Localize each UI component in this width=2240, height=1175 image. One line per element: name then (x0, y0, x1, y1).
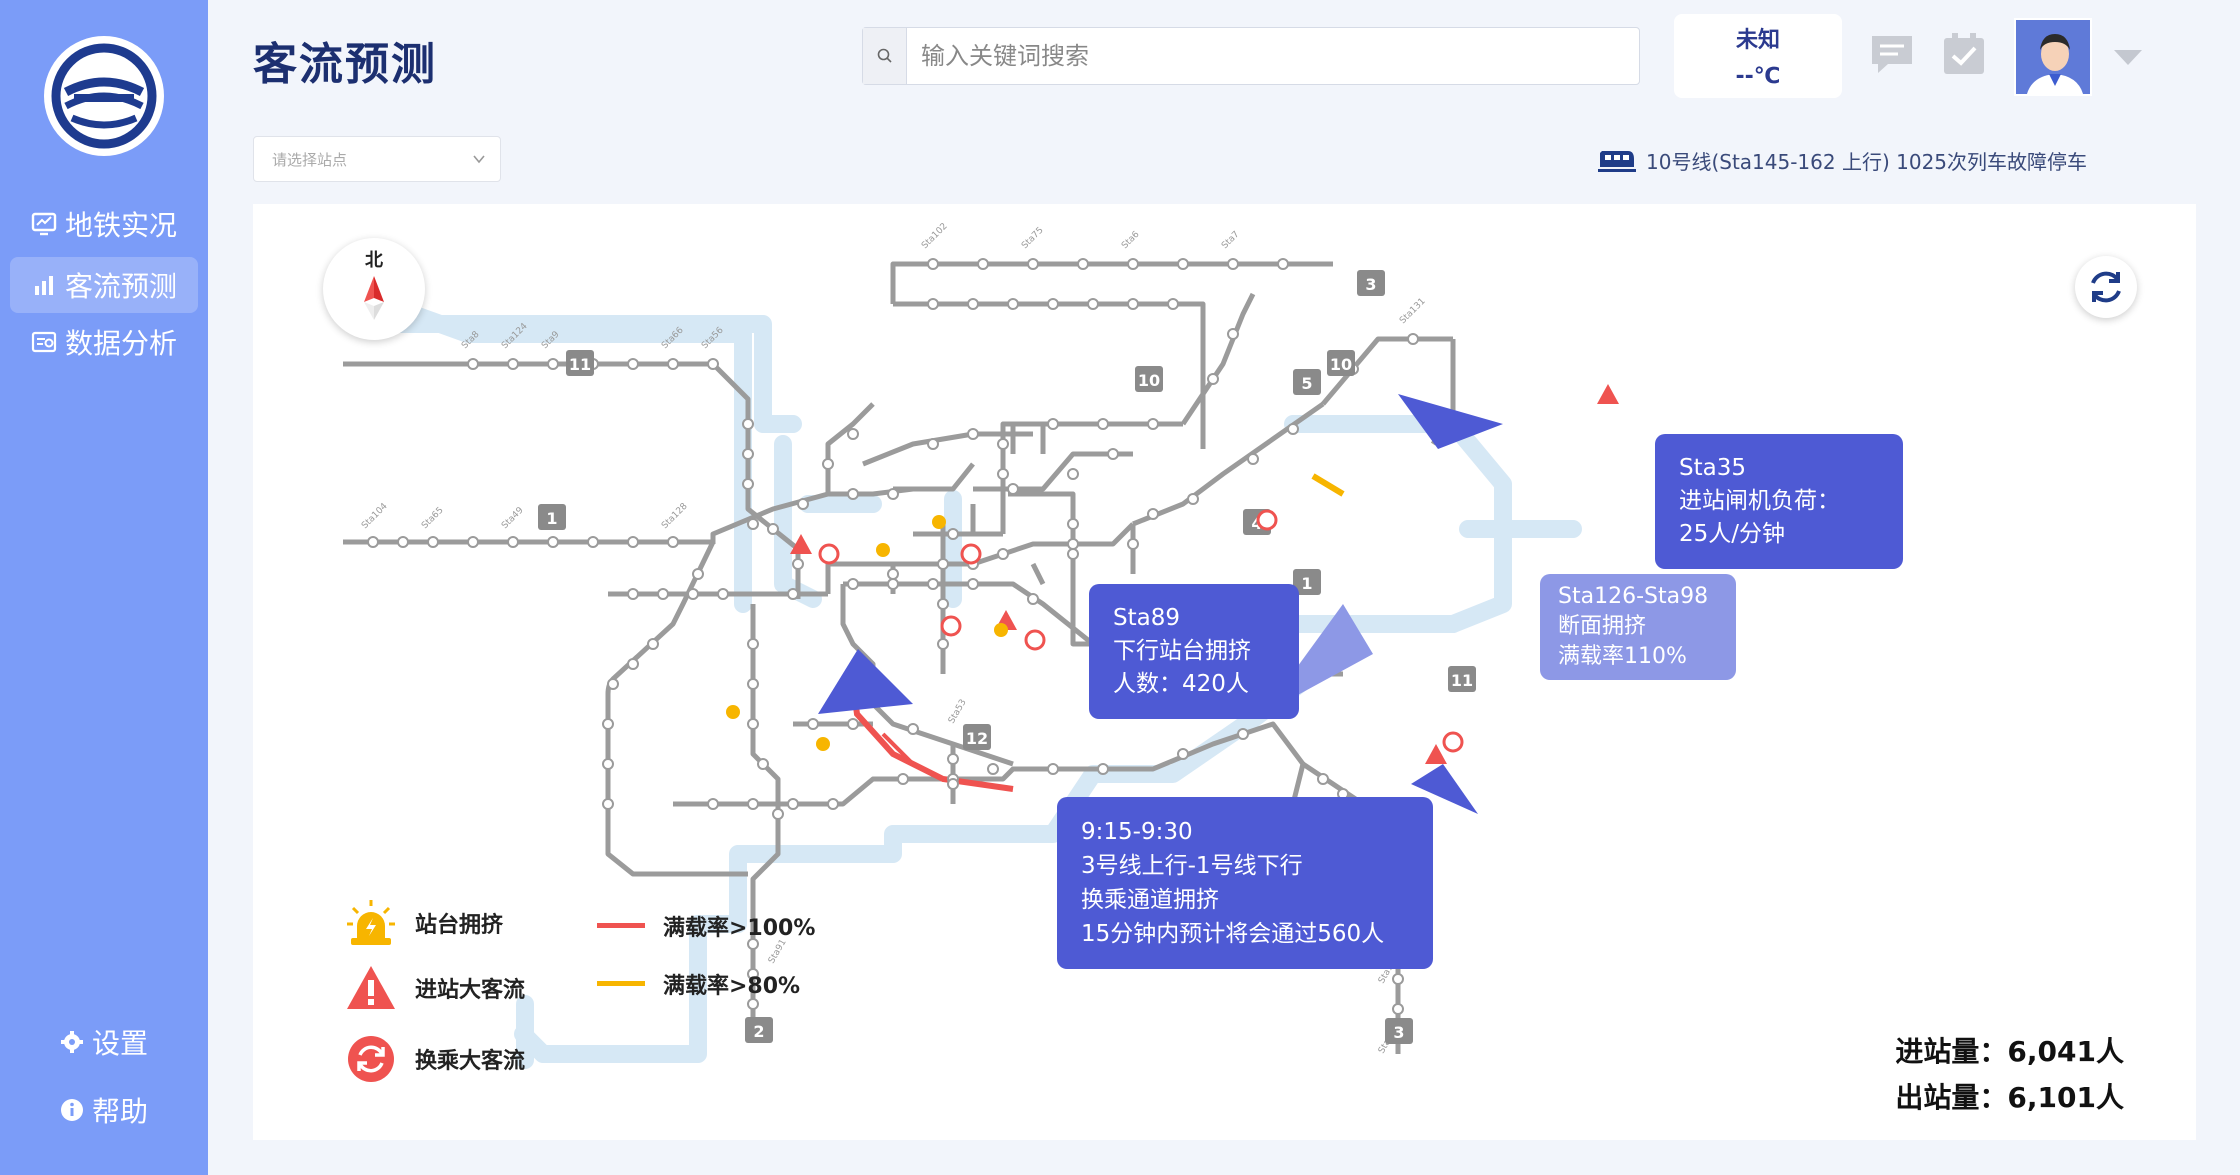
refresh-icon (2091, 271, 2121, 303)
legend-platform-crowded: 站台拥挤 (345, 898, 503, 948)
bubble-status: 下行站台拥挤 (1113, 638, 1251, 664)
red-line-swatch (597, 923, 645, 928)
svg-text:Sta6: Sta6 (1120, 229, 1142, 251)
alert-text: 10号线(Sta145-162 上行) 1025次列车故障停车 (1646, 149, 2088, 174)
svg-text:Sta75: Sta75 (1020, 226, 1046, 252)
legend-label: 满载率>100% (663, 916, 816, 941)
legend-inflow: 进站大客流 (345, 964, 525, 1012)
search-box (862, 27, 1640, 85)
bubble-station: Sta35 (1679, 455, 1746, 481)
alarm-light-icon (347, 900, 395, 945)
svg-text:Sta49: Sta49 (500, 505, 526, 531)
sidebar: 地铁实况 客流预测 数据分析 设置 帮助 (0, 0, 208, 1175)
svg-text:10: 10 (1330, 355, 1352, 374)
transfer-icon (348, 1036, 394, 1082)
yellow-line-swatch (597, 981, 645, 986)
chevron-down-icon (473, 155, 485, 164)
nav-label: 帮助 (91, 1095, 148, 1128)
compass[interactable]: 北 (323, 238, 425, 340)
page-title: 客流预测 (253, 39, 437, 90)
station-select[interactable]: 请选择站点 (253, 136, 501, 182)
svg-text:11: 11 (1451, 671, 1473, 690)
gear-icon (60, 1031, 83, 1053)
metro-map-panel: Sta8 Sta124 Sta9 Sta66 Sta56 Sta104 Sta6… (253, 204, 2196, 1140)
stat-entries: 进站量：6,041人 (1895, 1035, 2124, 1068)
warning-triangle-icon (347, 966, 395, 1009)
nav-label: 数据分析 (64, 327, 177, 360)
nav-metro-live[interactable]: 地铁实况 (10, 196, 198, 252)
svg-text:Sta131: Sta131 (1398, 296, 1428, 326)
bubble-count: 25人/分钟 (1679, 521, 1786, 547)
weather-temperature: --℃ (1735, 64, 1781, 89)
legend-load-80: 满载率>80% (597, 968, 800, 1000)
svg-text:Sta7: Sta7 (1220, 230, 1242, 252)
nav-label: 地铁实况 (64, 209, 177, 242)
metro-logo (44, 36, 164, 156)
legend-transfer: 换乘大客流 (345, 1034, 525, 1084)
weather-widget: 未知 --℃ (1674, 14, 1842, 98)
analysis-icon (31, 331, 57, 353)
svg-text:10: 10 (1138, 371, 1160, 390)
nav-label: 设置 (91, 1027, 148, 1060)
svg-text:Sta65: Sta65 (420, 506, 446, 532)
bubble-route: 3号线上行-1号线下行 (1081, 853, 1303, 879)
bubble-sta89[interactable]: Sta89 下行站台拥挤 人数：420人 (1089, 584, 1299, 719)
svg-text:2: 2 (753, 1022, 764, 1041)
bubble-status: 断面拥挤 (1558, 614, 1647, 639)
svg-text:1: 1 (1301, 574, 1312, 593)
bubble-count: 满载率110% (1558, 644, 1687, 669)
svg-text:12: 12 (966, 729, 988, 748)
station-select-placeholder: 请选择站点 (272, 150, 348, 169)
legend-load-100: 满载率>100% (597, 910, 815, 942)
nav-flow-forecast[interactable]: 客流预测 (10, 257, 198, 313)
svg-text:3: 3 (1365, 275, 1376, 294)
nav-data-analysis[interactable]: 数据分析 (10, 314, 198, 370)
svg-text:Sta128: Sta128 (660, 501, 690, 531)
bubble-count: 人数：420人 (1113, 671, 1249, 697)
user-avatar[interactable] (2014, 18, 2092, 96)
bubble-status: 进站闸机负荷： (1679, 488, 1840, 514)
bubble-time: 9:15-9:30 (1081, 819, 1193, 845)
chevron-down-icon[interactable] (2112, 48, 2144, 68)
bubble-station: Sta126-Sta98 (1558, 584, 1709, 609)
bubble-status: 换乘通道拥挤 (1081, 887, 1219, 913)
nav-label: 客流预测 (64, 270, 177, 303)
train-icon (1598, 151, 1636, 172)
alert-bar[interactable]: 10号线(Sta145-162 上行) 1025次列车故障停车 (1598, 144, 2087, 176)
svg-text:3: 3 (1393, 1023, 1404, 1042)
legend-label: 站台拥挤 (415, 913, 504, 938)
search-input[interactable] (907, 28, 1639, 84)
svg-text:11: 11 (569, 355, 591, 374)
weather-condition: 未知 (1735, 28, 1780, 53)
svg-text:5: 5 (1301, 374, 1312, 393)
svg-text:Sta53: Sta53 (947, 698, 969, 726)
svg-text:1: 1 (546, 509, 557, 528)
legend-label: 进站大客流 (415, 978, 526, 1003)
nav-settings[interactable]: 设置 (0, 1022, 208, 1062)
refresh-button[interactable] (2075, 256, 2137, 318)
bubble-sta126[interactable]: Sta126-Sta98 断面拥挤 满载率110% (1540, 574, 1736, 680)
message-icon[interactable] (1868, 30, 1916, 78)
info-icon (60, 1099, 83, 1121)
svg-text:Sta104: Sta104 (360, 501, 390, 531)
nav-help[interactable]: 帮助 (0, 1090, 208, 1130)
legend-label: 换乘大客流 (415, 1049, 526, 1074)
monitor-icon (31, 212, 57, 236)
task-check-icon[interactable] (1940, 30, 1988, 78)
bar-chart-icon (34, 276, 53, 295)
search-icon[interactable] (863, 28, 907, 84)
bubble-transfer[interactable]: 9:15-9:30 3号线上行-1号线下行 换乘通道拥挤 15分钟内预计将会通过… (1057, 797, 1433, 969)
legend-label: 满载率>80% (663, 974, 801, 999)
stat-exits: 出站量：6,101人 (1895, 1081, 2124, 1114)
bubble-sta35[interactable]: Sta35 进站闸机负荷： 25人/分钟 (1655, 434, 1903, 569)
compass-north-label: 北 (365, 250, 383, 271)
svg-text:Sta102: Sta102 (920, 221, 950, 251)
bubble-station: Sta89 (1113, 605, 1180, 631)
compass-needle-icon (364, 276, 384, 320)
bubble-forecast: 15分钟内预计将会通过560人 (1081, 921, 1385, 947)
